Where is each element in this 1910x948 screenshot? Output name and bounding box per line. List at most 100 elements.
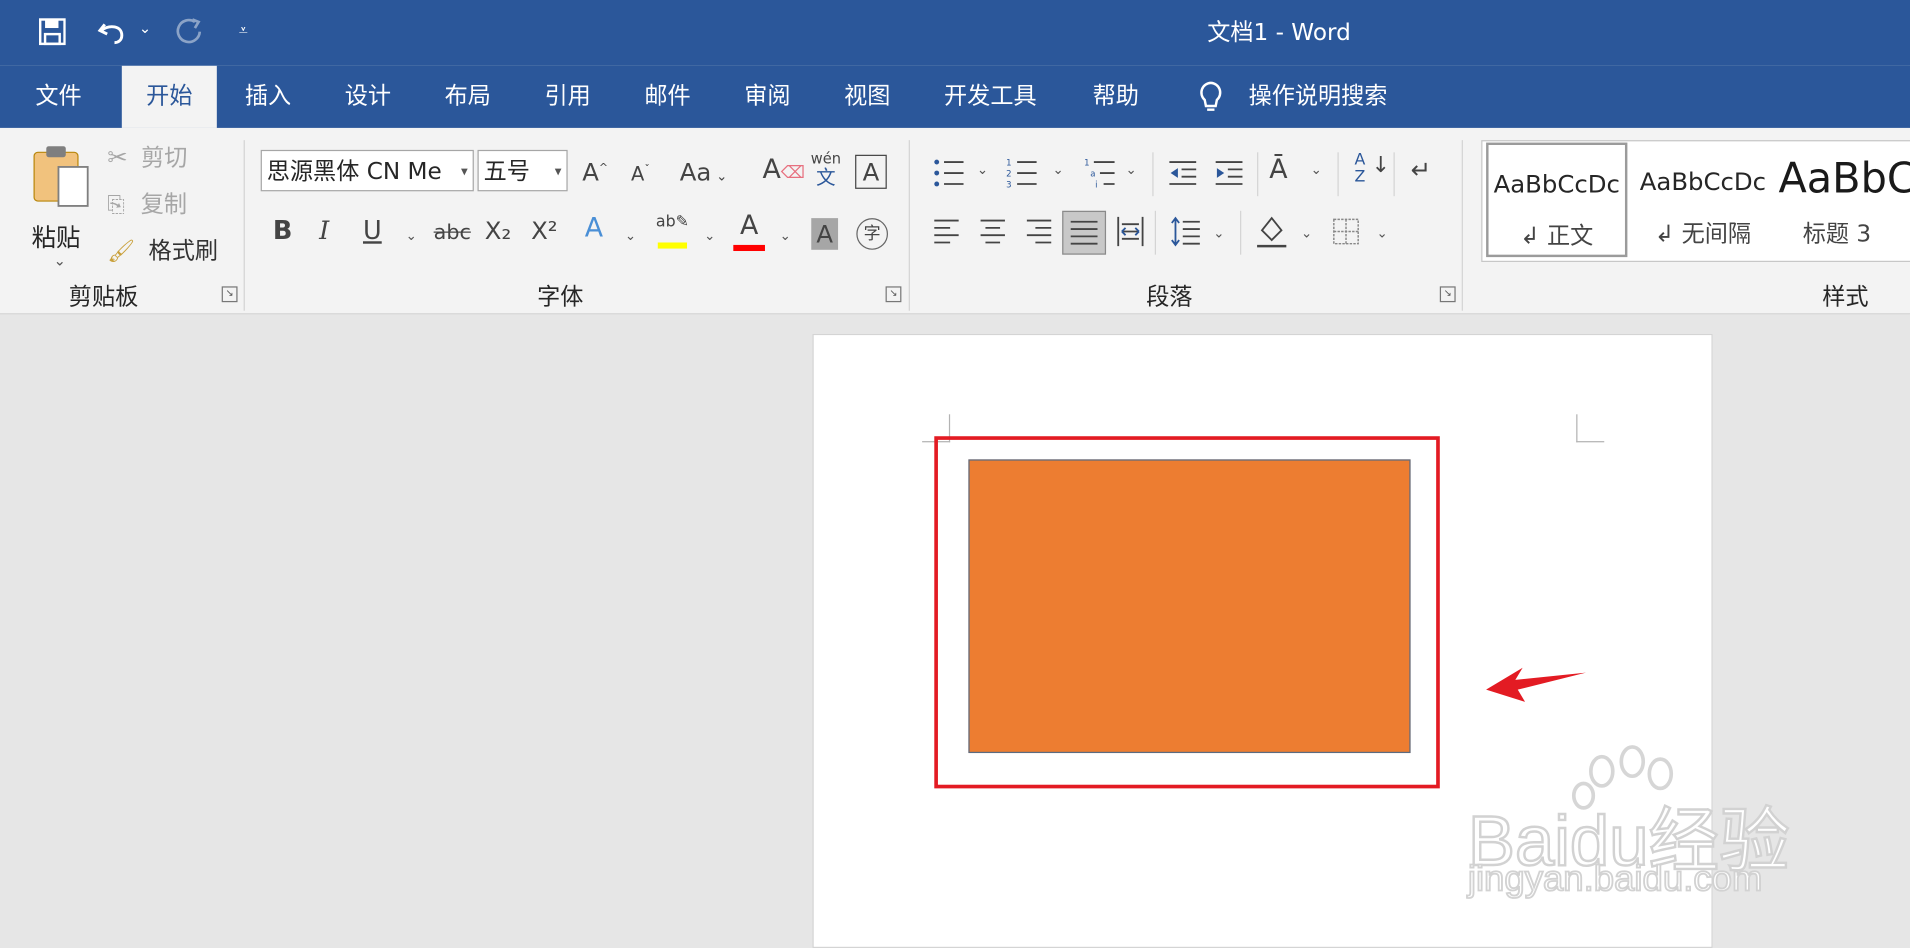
highlight-dropdown-icon[interactable]: ⌄ — [704, 228, 715, 244]
sort-icon[interactable]: A Z ↓ — [1355, 152, 1390, 186]
font-launcher-icon[interactable]: ↘ — [885, 286, 902, 303]
underline-button[interactable]: U — [363, 216, 382, 245]
tab-help[interactable]: 帮助 — [1068, 66, 1163, 128]
svg-text:a: a — [1090, 170, 1095, 180]
shading-dropdown-icon[interactable]: ⌄ — [1301, 225, 1312, 241]
align-left-icon[interactable] — [933, 218, 960, 245]
phonetic-guide-button[interactable]: wén 文 — [809, 150, 843, 189]
change-case-label: Aa — [679, 157, 712, 187]
style-name: ↲ 正文 — [1520, 222, 1594, 250]
text-direction-dropdown-icon[interactable]: ⌄ — [1311, 162, 1322, 178]
tab-insert[interactable]: 插入 — [220, 66, 315, 128]
paintbrush-icon: 🖌 — [107, 238, 136, 265]
numbering-icon[interactable]: 123 — [1006, 157, 1038, 191]
text-effects-dropdown-icon[interactable]: ⌄ — [625, 228, 636, 244]
divider — [1461, 140, 1463, 311]
numbering-dropdown-icon[interactable]: ⌄ — [1052, 162, 1063, 178]
style-preview: AaBbCcDc — [1493, 169, 1620, 199]
align-right-icon[interactable] — [1026, 218, 1053, 245]
svg-text:2: 2 — [1006, 170, 1011, 180]
svg-text:1: 1 — [1006, 159, 1011, 169]
ribbon-tabs: 文件 开始 插入 设计 布局 引用 邮件 审阅 视图 开发工具 帮助 操作说明搜… — [0, 65, 1910, 128]
style-no-spacing[interactable]: AaBbCcDc ↲ 无间隔 — [1632, 142, 1774, 258]
multilevel-list-icon[interactable]: 1ai — [1084, 157, 1116, 191]
phonetic-guide-pinyin: wén — [810, 149, 841, 167]
tab-review[interactable]: 审阅 — [720, 66, 815, 128]
copy-icon: ⎘ — [107, 192, 125, 219]
style-heading-3[interactable]: AaBbC 标题 3 — [1778, 142, 1910, 258]
divider — [1154, 210, 1156, 255]
line-spacing-dropdown-icon[interactable]: ⌄ — [1213, 225, 1224, 241]
style-preview: AaBbC — [1778, 154, 1910, 204]
watermark-url: jingyan.baidu.com — [1467, 858, 1763, 900]
increase-indent-icon[interactable] — [1213, 160, 1245, 187]
tab-design[interactable]: 设计 — [320, 66, 415, 128]
bullets-icon[interactable] — [933, 157, 965, 189]
tab-file[interactable]: 文件 — [11, 66, 106, 128]
tab-developer[interactable]: 开发工具 — [920, 66, 1061, 128]
clipboard-launcher-icon[interactable]: ↘ — [221, 286, 238, 303]
font-color-icon[interactable]: A — [733, 211, 765, 252]
distributed-icon[interactable] — [1116, 216, 1145, 248]
text-direction-icon[interactable]: Ā — [1269, 155, 1287, 185]
subscript-button[interactable]: X₂ — [485, 216, 511, 245]
multilevel-dropdown-icon[interactable]: ⌄ — [1126, 162, 1137, 178]
paragraph-launcher-icon[interactable]: ↘ — [1439, 286, 1456, 303]
copy-button: ⎘ 复制 — [107, 186, 187, 220]
italic-button[interactable]: I — [319, 216, 329, 245]
underline-dropdown-icon[interactable]: ⌄ — [406, 228, 417, 244]
paste-label: 粘贴 — [31, 222, 81, 253]
lightbulb-icon[interactable] — [1199, 80, 1223, 114]
divider — [1240, 210, 1242, 255]
character-border-button[interactable]: A — [855, 154, 887, 189]
svg-text:3: 3 — [1006, 181, 1011, 189]
tab-home[interactable]: 开始 — [121, 65, 217, 128]
tab-layout[interactable]: 布局 — [420, 66, 515, 128]
bullets-dropdown-icon[interactable]: ⌄ — [977, 162, 988, 178]
superscript-button[interactable]: X² — [531, 216, 557, 245]
highlight-icon[interactable]: ab✎ — [655, 213, 689, 252]
cut-label: 剪切 — [141, 145, 188, 172]
cut-button: ✂ 剪切 — [107, 140, 187, 174]
annotation-highlight-box — [934, 436, 1440, 789]
line-spacing-icon[interactable] — [1169, 216, 1201, 248]
format-painter-button[interactable]: 🖌 格式刷 — [107, 233, 218, 267]
tab-view[interactable]: 视图 — [820, 66, 915, 128]
tab-references[interactable]: 引用 — [520, 66, 615, 128]
style-normal[interactable]: AaBbCcDc ↲ 正文 — [1486, 142, 1628, 258]
enclose-characters-button[interactable]: 字 — [856, 218, 889, 250]
tab-mailings[interactable]: 邮件 — [620, 66, 715, 128]
tell-me-search[interactable]: 操作说明搜索 — [1224, 66, 1412, 128]
character-shading-button[interactable]: A — [811, 218, 839, 250]
show-formatting-marks-icon[interactable]: ↵ — [1411, 155, 1431, 184]
title-bar: ⌄ ⩡ 文档1 - Word — [0, 0, 1910, 66]
style-name: ↲ 无间隔 — [1654, 220, 1752, 248]
ribbon: 粘贴 ⌄ ✂ 剪切 ⎘ 复制 🖌 格式刷 剪贴板 ↘ 思源黑体 CN Me ▾ … — [0, 127, 1910, 315]
bold-button[interactable]: B — [273, 216, 293, 245]
scissors-icon: ✂ — [107, 142, 128, 172]
borders-dropdown-icon[interactable]: ⌄ — [1376, 225, 1387, 241]
paste-dropdown-icon[interactable]: ⌄ — [54, 252, 66, 269]
font-color-bar — [733, 244, 765, 252]
divider — [1152, 152, 1154, 197]
shading-icon[interactable] — [1255, 213, 1289, 250]
format-painter-label: 格式刷 — [148, 237, 219, 265]
baidu-watermark: Baidu经验 jingyan.baidu.com — [1467, 737, 1858, 920]
font-size-combobox[interactable]: 五号 ▾ — [477, 149, 568, 192]
clear-formatting-icon[interactable]: A⌫ — [763, 155, 805, 185]
decrease-indent-icon[interactable] — [1167, 160, 1199, 187]
divider — [1393, 152, 1395, 197]
justify-icon[interactable] — [1062, 210, 1107, 255]
borders-icon[interactable] — [1333, 218, 1360, 245]
change-case-button[interactable]: Aa ⌄ — [680, 157, 728, 186]
strikethrough-button[interactable]: abc — [434, 221, 471, 245]
font-group-label: 字体 — [537, 283, 584, 311]
align-center-icon[interactable] — [979, 218, 1006, 245]
text-effects-icon[interactable]: A — [585, 213, 603, 243]
shrink-font-button[interactable]: Aˇ — [631, 162, 650, 185]
font-name-combobox[interactable]: 思源黑体 CN Me ▾ — [260, 149, 474, 192]
paste-button[interactable]: 粘贴 ⌄ — [24, 140, 97, 274]
font-color-dropdown-icon[interactable]: ⌄ — [780, 228, 791, 244]
chevron-down-icon: ▾ — [554, 163, 562, 180]
grow-font-button[interactable]: A^ — [582, 157, 608, 186]
